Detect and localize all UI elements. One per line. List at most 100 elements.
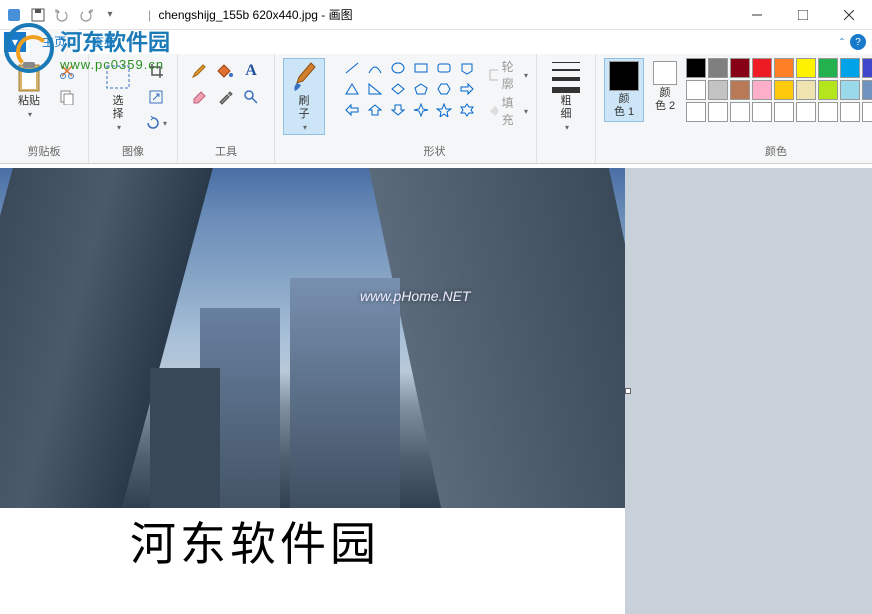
palette-color[interactable] (730, 80, 750, 100)
rotate-icon[interactable]: ▾ (145, 112, 167, 134)
close-button[interactable] (826, 0, 872, 30)
palette-color[interactable] (752, 102, 772, 122)
text-icon[interactable]: A (240, 60, 262, 82)
watermark-center: www.pHome.NET (360, 288, 470, 304)
palette-color[interactable] (796, 58, 816, 78)
palette-color[interactable] (818, 102, 838, 122)
color1-swatch (609, 61, 639, 91)
fill-icon[interactable] (214, 60, 236, 82)
fill-label: 填充 (502, 94, 518, 128)
title-appname: 画图 (329, 8, 353, 22)
shape-curve[interactable] (364, 58, 386, 78)
palette-color[interactable] (686, 80, 706, 100)
brush-label: 刷 子 (299, 95, 310, 121)
palette-color[interactable] (862, 80, 872, 100)
group-label-brushes (302, 145, 305, 161)
thickness-button[interactable]: 粗 细 ▾ (545, 58, 587, 135)
maximize-button[interactable] (780, 0, 826, 30)
outline-label: 轮廓 (502, 58, 518, 92)
group-label-clipboard: 剪贴板 (28, 141, 61, 161)
shape-right-triangle[interactable] (364, 79, 386, 99)
paste-label: 粘贴 (18, 95, 40, 108)
palette-color[interactable] (840, 58, 860, 78)
shape-diamond[interactable] (387, 79, 409, 99)
group-label-image: 图像 (122, 141, 144, 161)
logo-icon (4, 23, 54, 73)
palette-color[interactable] (774, 58, 794, 78)
magnifier-icon[interactable] (240, 86, 262, 108)
group-label-colors: 颜色 (765, 141, 787, 161)
shape-arrow-down[interactable] (387, 100, 409, 120)
copy-icon[interactable] (56, 86, 78, 108)
color1-label: 颜 色 1 (614, 93, 634, 119)
resize-handle-right[interactable] (625, 388, 631, 394)
color2-button[interactable]: 颜 色 2 (648, 58, 682, 116)
shape-arrow-left[interactable] (341, 100, 363, 120)
eraser-icon[interactable] (188, 86, 210, 108)
help-icon[interactable]: ? (850, 34, 866, 50)
fill-option[interactable]: 填充▾ (488, 94, 528, 128)
palette-color[interactable] (862, 102, 872, 122)
group-shapes: 轮廓▾ 填充▾ 形状 (333, 54, 537, 163)
palette-color[interactable] (796, 102, 816, 122)
canvas-area[interactable]: www.pHome.NET 河东软件园 (0, 168, 872, 614)
watermark-logo: 河东软件园 www.pc0359.cn (0, 18, 200, 78)
palette-color[interactable] (686, 58, 706, 78)
palette-color[interactable] (730, 102, 750, 122)
shape-triangle[interactable] (341, 79, 363, 99)
logo-text-cn: 河东软件园 (60, 25, 170, 57)
palette-color[interactable] (752, 80, 772, 100)
shape-roundrect[interactable] (433, 58, 455, 78)
thickness-label: 粗 细 (561, 95, 572, 121)
canvas[interactable]: www.pHome.NET 河东软件园 (0, 168, 625, 614)
group-label-shapes: 形状 (424, 141, 446, 161)
shape-arrow-right[interactable] (456, 79, 478, 99)
color-palette (686, 58, 872, 122)
palette-color[interactable] (752, 58, 772, 78)
palette-color[interactable] (862, 58, 872, 78)
shape-arrow-up[interactable] (364, 100, 386, 120)
palette-color[interactable] (840, 80, 860, 100)
resize-icon[interactable] (145, 86, 167, 108)
shapes-gallery[interactable] (341, 58, 478, 120)
window-title: | chengshijg_155b 620x440.jpg - 画图 (124, 6, 734, 23)
eyedropper-icon[interactable] (214, 86, 236, 108)
banner-text: 河东软件园 (130, 508, 380, 574)
palette-color[interactable] (730, 58, 750, 78)
palette-color[interactable] (796, 80, 816, 100)
shape-rect[interactable] (410, 58, 432, 78)
group-stroke: 粗 细 ▾ (537, 54, 596, 163)
shape-line[interactable] (341, 58, 363, 78)
shape-polygon[interactable] (456, 58, 478, 78)
palette-color[interactable] (686, 102, 706, 122)
palette-color[interactable] (818, 58, 838, 78)
brush-button[interactable]: 刷 子 ▾ (283, 58, 325, 135)
palette-color[interactable] (708, 102, 728, 122)
chevron-down-icon: ▾ (117, 123, 121, 132)
chevron-down-icon: ▾ (28, 110, 32, 119)
shape-star5[interactable] (433, 100, 455, 120)
group-label-stroke (565, 145, 568, 161)
logo-text-url: www.pc0359.cn (60, 57, 170, 72)
outline-option[interactable]: 轮廓▾ (488, 58, 528, 92)
group-brushes: 刷 子 ▾ (275, 54, 333, 163)
color2-label: 颜 色 2 (655, 87, 675, 113)
color1-button[interactable]: 颜 色 1 (604, 58, 644, 122)
shape-hexagon[interactable] (433, 79, 455, 99)
shape-star6[interactable] (456, 100, 478, 120)
collapse-ribbon-icon[interactable]: ˆ (840, 36, 844, 50)
palette-color[interactable] (708, 80, 728, 100)
shape-pentagon[interactable] (410, 79, 432, 99)
select-label: 选 择 (113, 95, 124, 121)
palette-color[interactable] (818, 80, 838, 100)
shape-star4[interactable] (410, 100, 432, 120)
group-colors: 颜 色 1 颜 色 2 编辑 颜色 颜色 (596, 54, 872, 163)
chevron-down-icon: ▾ (565, 123, 569, 132)
palette-color[interactable] (774, 80, 794, 100)
minimize-button[interactable] (734, 0, 780, 30)
palette-color[interactable] (840, 102, 860, 122)
thickness-icon (550, 61, 582, 93)
shape-oval[interactable] (387, 58, 409, 78)
palette-color[interactable] (774, 102, 794, 122)
palette-color[interactable] (708, 58, 728, 78)
